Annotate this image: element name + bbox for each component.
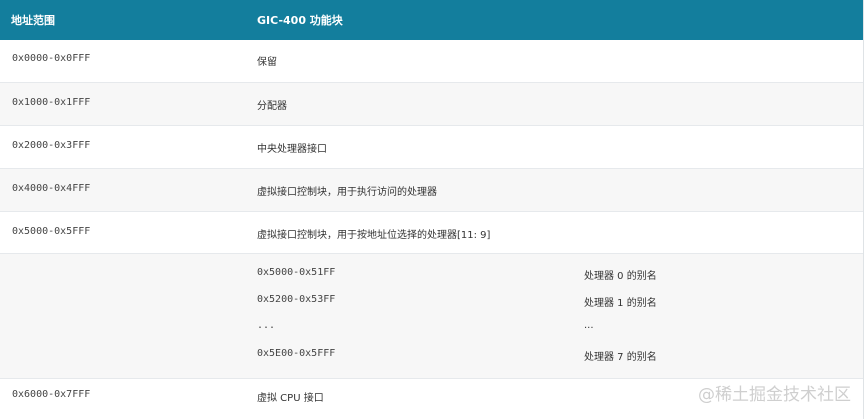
header-address-range: 地址范围 <box>11 14 55 27</box>
header-function-block: GIC-400 功能块 <box>257 14 343 27</box>
table-row: 0x2000-0x3FFF 中央处理器接口 <box>0 126 863 169</box>
alias-label: ... <box>584 320 594 331</box>
address-range-cell: 0x6000-0x7FFF <box>12 389 91 400</box>
watermark: @稀土掘金技术社区 <box>698 385 851 405</box>
address-range-cell: 0x5000-0x5FFF <box>12 226 91 237</box>
alias-label: 处理器 1 的别名 <box>584 298 657 309</box>
processor-alias-row: 0x5000-0x51FF 处理器 0 的别名 0x5200-0x53FF 处理… <box>0 254 863 379</box>
alias-address-range: 0x5000-0x51FF <box>257 267 336 278</box>
function-block-cell: 虚拟接口控制块，用于按地址位选择的处理器[11: 9] <box>257 230 491 241</box>
address-range-cell: 0x4000-0x4FFF <box>12 183 91 194</box>
table-row: 0x4000-0x4FFF 虚拟接口控制块，用于执行访问的处理器 <box>0 169 863 212</box>
function-block-cell: 中央处理器接口 <box>257 144 327 155</box>
table-row: 0x5000-0x5FFF 虚拟接口控制块，用于按地址位选择的处理器[11: 9… <box>0 212 863 254</box>
address-range-cell: 0x0000-0x0FFF <box>12 53 91 64</box>
address-range-cell: 0x1000-0x1FFF <box>12 97 91 108</box>
alias-label: 处理器 7 的别名 <box>584 352 657 363</box>
function-block-cell: 虚拟 CPU 接口 <box>257 393 324 404</box>
alias-address-range: 0x5E00-0x5FFF <box>257 348 336 359</box>
function-block-cell: 虚拟接口控制块，用于执行访问的处理器 <box>257 187 437 198</box>
table-row: 0x0000-0x0FFF 保留 <box>0 40 863 83</box>
alias-address-range: 0x5200-0x53FF <box>257 294 336 305</box>
function-block-cell: 保留 <box>257 57 277 68</box>
address-map-table: 地址范围 GIC-400 功能块 0x0000-0x0FFF 保留 0x1000… <box>0 0 864 419</box>
alias-label: 处理器 0 的别名 <box>584 271 657 282</box>
table-header: 地址范围 GIC-400 功能块 <box>0 0 863 40</box>
table-row: 0x1000-0x1FFF 分配器 <box>0 83 863 126</box>
function-block-cell: 分配器 <box>257 101 287 112</box>
alias-address-range: ... <box>257 320 276 331</box>
address-range-cell: 0x2000-0x3FFF <box>12 140 91 151</box>
